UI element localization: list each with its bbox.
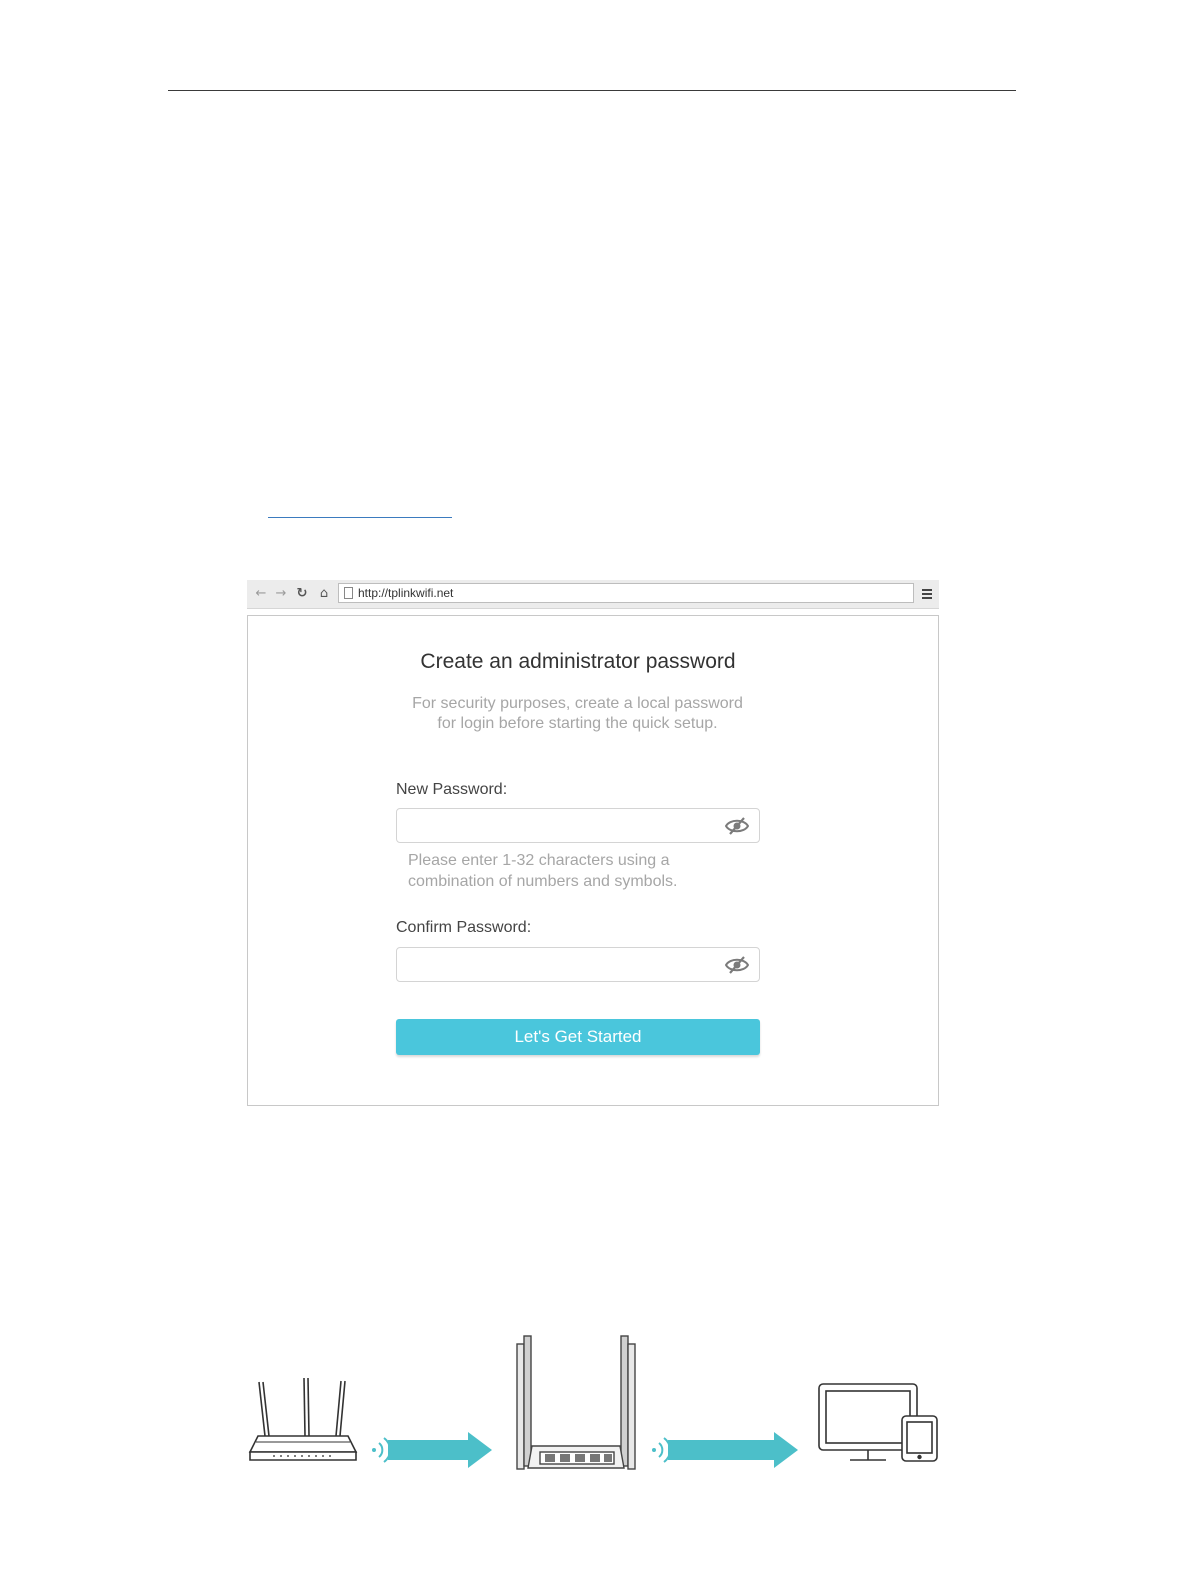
wifi-signal-icon xyxy=(372,1437,391,1463)
tablet-icon xyxy=(901,1415,938,1462)
arrow-icon xyxy=(388,1432,492,1468)
extender-router-icon xyxy=(516,1335,636,1470)
wifi-signal-icon xyxy=(652,1437,671,1463)
arrow-icon xyxy=(668,1432,798,1468)
host-router-icon xyxy=(248,1377,358,1461)
connection-diagram xyxy=(248,1335,938,1470)
router-leds xyxy=(273,1455,331,1457)
